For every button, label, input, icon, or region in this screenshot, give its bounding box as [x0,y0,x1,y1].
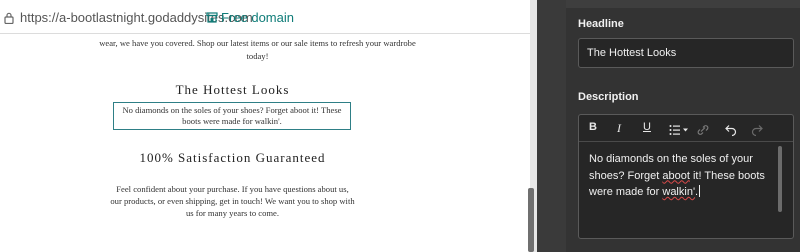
description-editor[interactable]: B I U No diamonds on the soles of your s… [578,114,794,239]
list-dropdown-icon[interactable] [669,123,689,137]
preview-scrollbar[interactable] [528,188,534,252]
description-text-part: . [695,186,699,198]
headline-label: Headline [578,18,624,30]
editor-panel: Headline The Hottest Looks Description B… [566,0,800,252]
description-label: Description [578,91,639,103]
section-text-hottest-looks[interactable]: No diamonds on the soles of your shoes? … [118,105,346,127]
undo-icon[interactable] [725,123,737,137]
description-text[interactable]: No diamonds on the soles of your shoes? … [589,151,769,201]
link-icon[interactable] [697,123,709,137]
panel-top-edge [566,0,800,8]
free-domain-link[interactable]: Free domain [221,10,294,25]
text-caret [699,185,701,197]
italic-button[interactable]: I [617,121,621,135]
browser-url-bar: https://a-bootlastnight.godaddysites.com… [0,0,530,34]
storefront-icon [206,12,218,23]
intro-text: wear, we have you covered. Shop our late… [99,38,416,61]
editor-scrollbar[interactable] [778,146,782,212]
misspelled-word: walkin' [662,186,696,198]
misspelled-word: aboot [662,169,690,182]
headline-input[interactable]: The Hottest Looks [578,38,794,68]
section-title-hottest-looks[interactable]: The Hottest Looks [0,82,465,98]
redo-icon[interactable] [751,123,763,137]
bold-button[interactable]: B [589,121,597,135]
section-title-satisfaction[interactable]: 100% Satisfaction Guaranteed [0,150,465,166]
site-page: wear, we have you covered. Shop our late… [0,34,530,252]
rich-text-toolbar: B I U [579,115,793,142]
underline-button[interactable]: U [643,121,651,135]
section-text-satisfaction[interactable]: Feel confident about your purchase. If y… [110,183,355,219]
lock-icon [4,12,14,24]
